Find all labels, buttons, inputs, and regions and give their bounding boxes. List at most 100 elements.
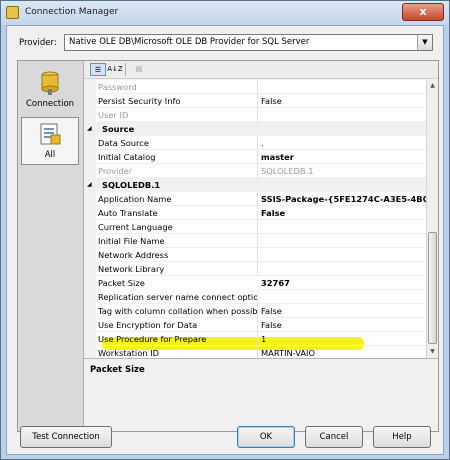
app-icon: [6, 6, 19, 19]
property-row-persist-security-info[interactable]: Persist Security Info False: [84, 94, 426, 108]
property-name: Data Source: [98, 136, 258, 150]
scroll-thumb[interactable]: [428, 232, 437, 344]
property-name: Replication server name connect optio: [98, 290, 258, 304]
scroll-down-icon[interactable]: ▼: [427, 346, 438, 358]
property-row-initial-catalog[interactable]: Initial Catalog master: [84, 150, 426, 164]
property-row-current-language[interactable]: Current Language: [84, 220, 426, 234]
property-value[interactable]: [258, 248, 426, 262]
row-gutter: [84, 136, 96, 150]
property-row-network-address[interactable]: Network Address: [84, 248, 426, 262]
chevron-down-icon[interactable]: ▼: [417, 35, 432, 50]
row-gutter: [84, 108, 96, 122]
property-name: Application Name: [98, 192, 258, 206]
property-name: Workstation ID: [98, 346, 258, 358]
category-sqloledb[interactable]: ◢ SQLOLEDB.1: [84, 178, 426, 192]
row-gutter: [84, 304, 96, 318]
property-value[interactable]: SQLOLEDB.1: [258, 164, 426, 178]
property-name: Packet Size: [98, 278, 145, 288]
property-row-workstation-id[interactable]: Workstation ID MARTIN-VAIO: [84, 346, 426, 358]
database-icon: [41, 71, 59, 95]
property-name: Network Address: [98, 248, 258, 262]
collapse-icon[interactable]: ◢: [87, 122, 92, 136]
cancel-button[interactable]: Cancel: [305, 426, 363, 448]
property-name: Provider: [98, 164, 258, 178]
category-source[interactable]: ◢ Source: [84, 122, 426, 136]
title-bar: Connection Manager x: [1, 1, 449, 25]
property-row-initial-file-name[interactable]: Initial File Name: [84, 234, 426, 248]
property-value[interactable]: .: [258, 136, 426, 150]
property-value[interactable]: SSIS-Package-{5FE1274C-A3E5-4BC5-B2: [258, 192, 426, 206]
help-button[interactable]: Help: [373, 426, 431, 448]
properties-page-icon: [40, 123, 61, 145]
ok-button[interactable]: OK: [237, 426, 295, 448]
property-row-replication-server-name[interactable]: Replication server name connect optio: [84, 290, 426, 304]
property-value[interactable]: [258, 220, 426, 234]
row-gutter: [84, 248, 96, 262]
nav-item-all[interactable]: All: [21, 117, 79, 165]
property-name: Tag with column collation when possib: [98, 304, 258, 318]
property-value[interactable]: [258, 290, 426, 304]
property-name: User ID: [98, 108, 258, 122]
page-navigator: Connection All: [18, 61, 84, 431]
property-grid-toolbar: ☰ A↓Z ▤: [84, 61, 438, 79]
connection-manager-window: Connection Manager x Provider: Native OL…: [0, 0, 450, 460]
property-row-password[interactable]: Password: [84, 80, 426, 94]
property-row-use-encryption[interactable]: Use Encryption for Data False: [84, 318, 426, 332]
property-row-data-source[interactable]: Data Source .: [84, 136, 426, 150]
property-value[interactable]: [258, 234, 426, 248]
row-gutter: [84, 94, 96, 108]
property-row-application-name[interactable]: Application Name SSIS-Package-{5FE1274C-…: [84, 192, 426, 206]
property-value[interactable]: [258, 80, 426, 94]
property-row-tag-with-column-collation[interactable]: Tag with column collation when possib Fa…: [84, 304, 426, 318]
row-gutter: [84, 192, 96, 206]
property-row-use-procedure-for-prepare[interactable]: Use Procedure for Prepare 1: [84, 332, 426, 346]
property-name: Initial File Name: [98, 234, 258, 248]
property-row-provider[interactable]: Provider SQLOLEDB.1: [84, 164, 426, 178]
property-row-user-id[interactable]: User ID: [84, 108, 426, 122]
row-gutter: [84, 234, 96, 248]
scroll-up-icon[interactable]: ▲: [427, 80, 438, 92]
provider-dropdown[interactable]: Native OLE DB\Microsoft OLE DB Provider …: [64, 34, 433, 51]
alphabetical-sort-icon[interactable]: A↓Z: [107, 63, 123, 76]
property-value[interactable]: False: [258, 94, 426, 108]
close-button[interactable]: x: [402, 3, 444, 21]
property-value[interactable]: [258, 262, 426, 276]
property-pages-icon[interactable]: ▤: [131, 63, 147, 76]
window-title: Connection Manager: [25, 7, 119, 17]
property-name: Current Language: [98, 220, 258, 234]
property-value[interactable]: False: [258, 318, 426, 332]
row-gutter: [84, 346, 96, 358]
property-row-auto-translate[interactable]: Auto Translate False: [84, 206, 426, 220]
property-value[interactable]: False: [258, 304, 426, 318]
row-gutter: ◢: [84, 178, 96, 192]
dialog-client-area: Provider: Native OLE DB\Microsoft OLE DB…: [6, 25, 444, 455]
property-name: Use Encryption for Data: [98, 318, 258, 332]
property-description-pane: Packet Size: [84, 358, 438, 431]
property-value[interactable]: [258, 108, 426, 122]
row-gutter: [84, 318, 96, 332]
property-name: Password: [98, 80, 258, 94]
test-connection-button[interactable]: Test Connection: [20, 426, 112, 448]
property-name: Use Procedure for Prepare: [98, 332, 258, 346]
row-gutter: [84, 290, 96, 304]
category-label: SQLOLEDB.1: [96, 178, 426, 192]
property-value[interactable]: master: [258, 150, 426, 164]
property-value[interactable]: 32767: [258, 276, 426, 290]
property-name: Initial Catalog: [98, 150, 258, 164]
category-label: Source: [96, 122, 426, 136]
property-value[interactable]: MARTIN-VAIO: [258, 346, 426, 358]
property-grid: Password Persist Security Info False Use…: [84, 80, 426, 358]
vertical-scrollbar[interactable]: ▲ ▼: [426, 80, 438, 358]
property-row-network-library[interactable]: Network Library: [84, 262, 426, 276]
property-name: Auto Translate: [98, 206, 258, 220]
property-row-packet-size[interactable]: Packet Size 32767: [84, 276, 426, 290]
property-value[interactable]: 1: [258, 332, 426, 346]
categorized-icon[interactable]: ☰: [90, 63, 106, 76]
property-grid-panel: ☰ A↓Z ▤ Password Persist Security Info F…: [84, 61, 438, 431]
nav-item-connection[interactable]: Connection: [21, 67, 79, 115]
provider-label: Provider:: [19, 38, 57, 48]
collapse-icon[interactable]: ◢: [87, 178, 92, 192]
property-name: Network Library: [98, 262, 258, 276]
description-title: Packet Size: [90, 365, 145, 375]
property-value[interactable]: False: [258, 206, 426, 220]
